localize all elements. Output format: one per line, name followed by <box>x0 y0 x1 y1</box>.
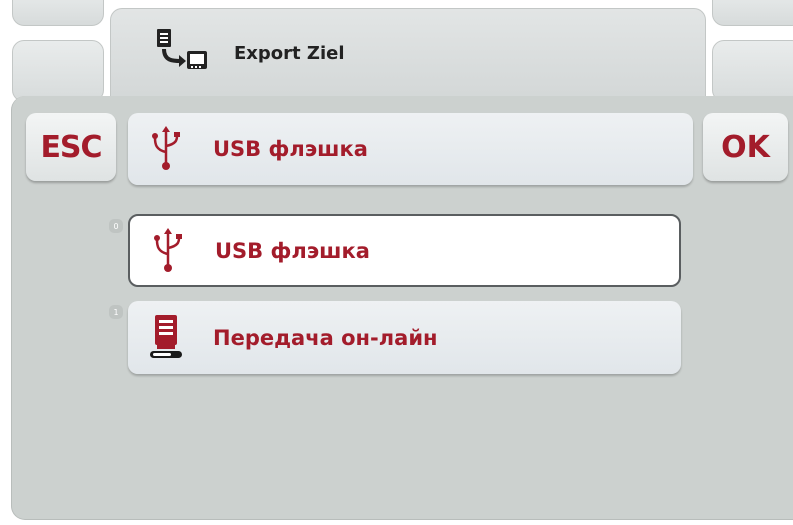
list-index-1: 1 <box>109 305 123 319</box>
tab-export-target: Export Ziel <box>110 8 706 108</box>
usb-icon <box>152 126 180 170</box>
list-item-usb[interactable]: USB флэшка <box>128 214 681 287</box>
export-target-icon <box>157 29 207 69</box>
tab-right-top[interactable] <box>712 0 793 26</box>
list-index-0: 0 <box>109 219 123 233</box>
usb-icon <box>154 228 182 272</box>
list-item-online-transfer[interactable]: Передача он-лайн <box>128 301 681 374</box>
tab-right[interactable] <box>712 40 793 102</box>
page-title: Export Ziel <box>234 43 345 64</box>
online-transfer-icon <box>150 315 182 358</box>
ok-button[interactable]: OK <box>703 113 788 181</box>
selected-target-value: USB флэшка <box>213 137 368 161</box>
list-item-label: Передача он-лайн <box>213 325 438 350</box>
tab-left-top[interactable] <box>12 0 104 26</box>
esc-button[interactable]: ESC <box>26 113 116 181</box>
tab-left[interactable] <box>12 40 104 102</box>
list-item-label: USB флэшка <box>215 238 370 263</box>
selected-target-field[interactable]: USB флэшка <box>128 113 693 185</box>
